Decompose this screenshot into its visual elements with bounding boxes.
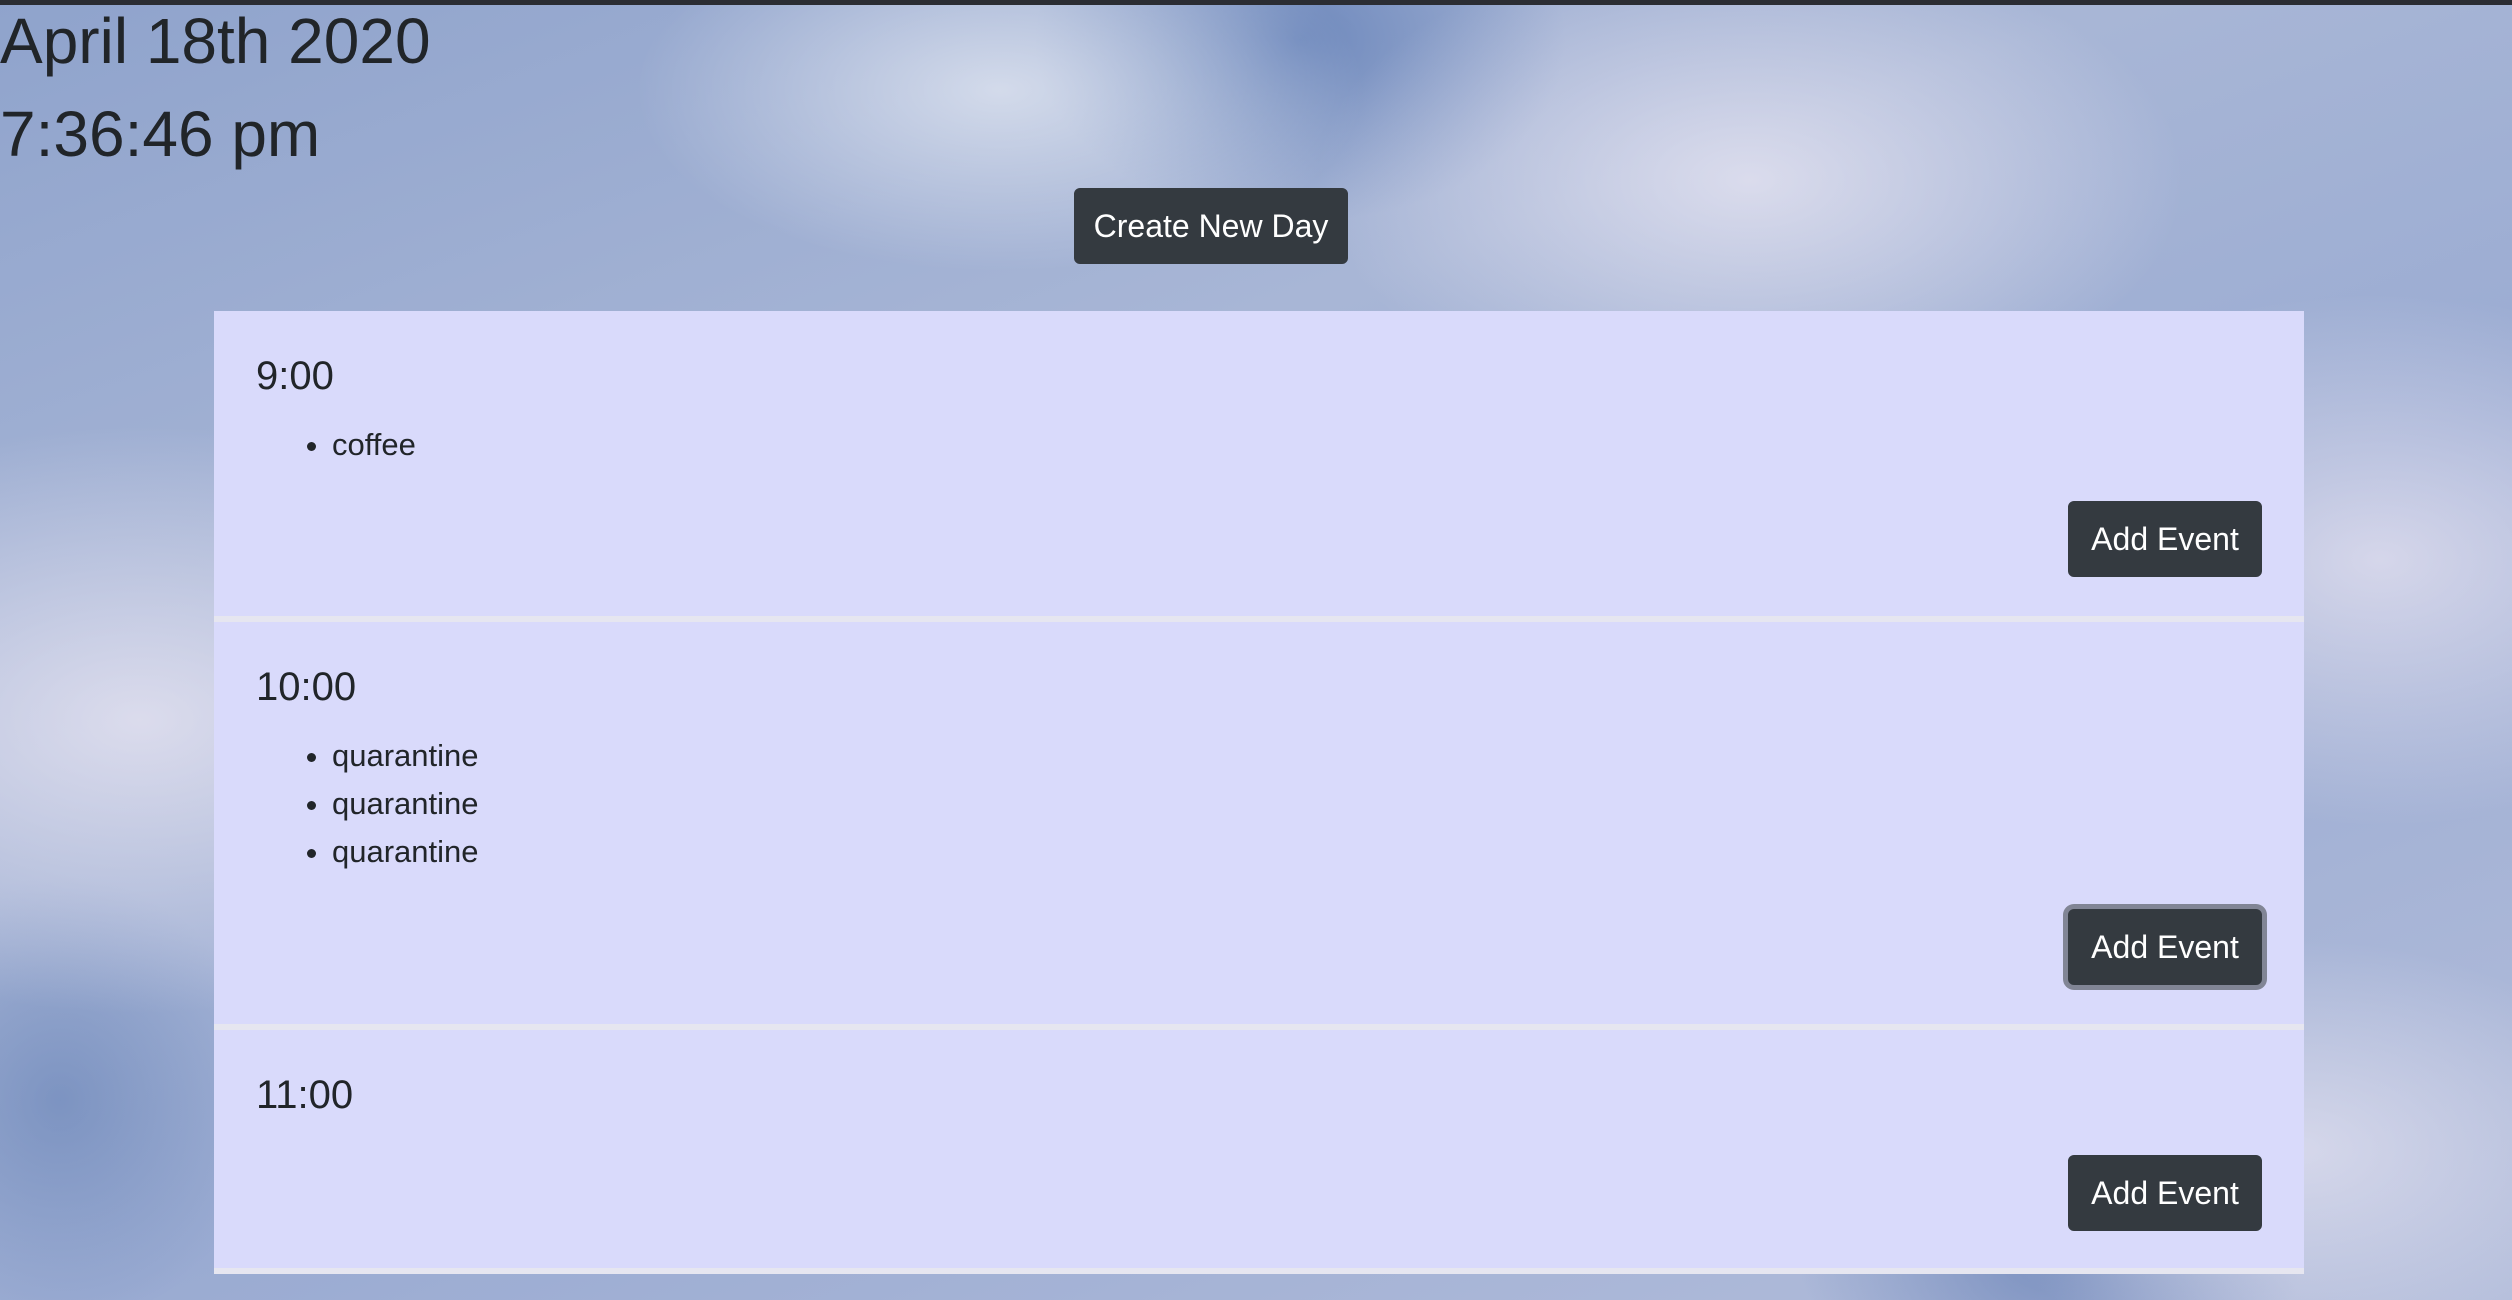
list-item: coffee <box>332 421 416 469</box>
event-list: coffee <box>296 421 416 469</box>
hour-label: 9:00 <box>256 354 334 398</box>
add-event-button[interactable]: Add Event <box>2068 1155 2262 1231</box>
list-item: quarantine <box>332 828 479 876</box>
current-date: April 18th 2020 <box>0 5 431 77</box>
add-event-button[interactable]: Add Event <box>2068 909 2262 985</box>
event-list: quarantine quarantine quarantine <box>296 732 479 876</box>
hour-row-9: 9:00 coffee Add Event <box>214 311 2304 622</box>
list-item: quarantine <box>332 732 479 780</box>
hour-row-11: 11:00 Add Event <box>214 1030 2304 1274</box>
create-new-day-button[interactable]: Create New Day <box>1074 188 1348 264</box>
hour-label: 10:00 <box>256 665 357 709</box>
day-planner: 9:00 coffee Add Event 10:00 quarantine q… <box>214 311 2304 1274</box>
list-item: quarantine <box>332 780 479 828</box>
add-event-button[interactable]: Add Event <box>2068 501 2262 577</box>
hour-row-10: 10:00 quarantine quarantine quarantine A… <box>214 622 2304 1030</box>
current-time: 7:36:46 pm <box>0 98 321 170</box>
hour-label: 11:00 <box>256 1073 354 1117</box>
